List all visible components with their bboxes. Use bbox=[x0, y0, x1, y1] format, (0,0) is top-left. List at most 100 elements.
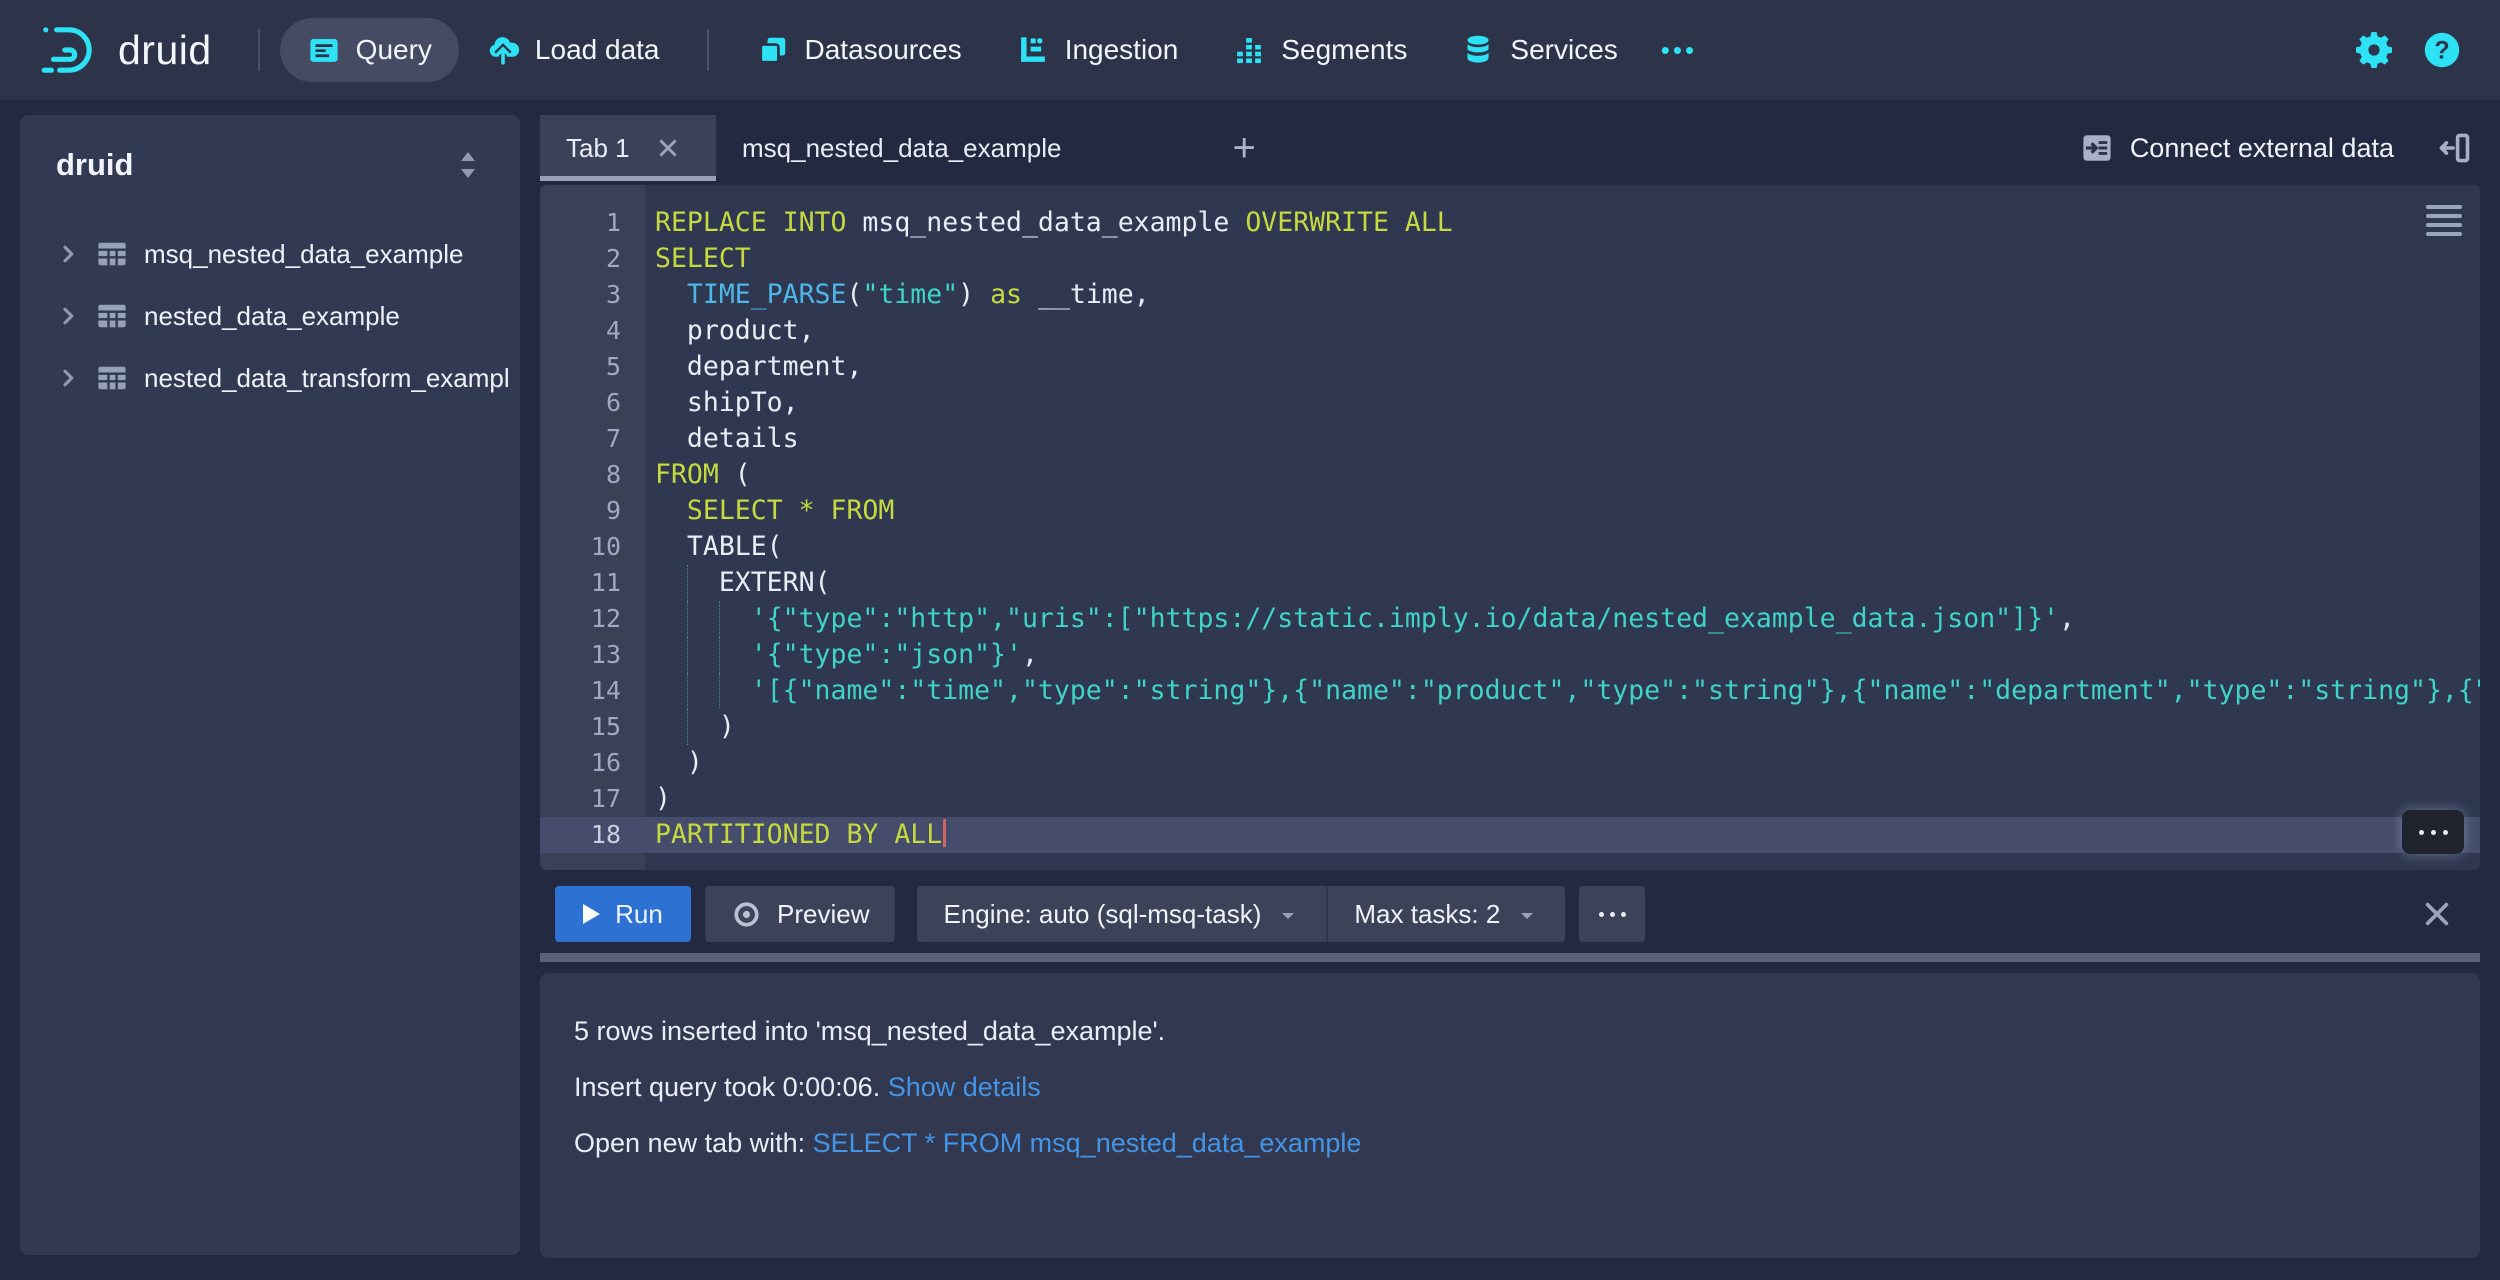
brand-name: druid bbox=[118, 27, 212, 74]
plus-icon: + bbox=[1232, 126, 1255, 170]
chevron-right-icon[interactable] bbox=[56, 304, 80, 328]
editor-more-button[interactable] bbox=[2402, 810, 2464, 854]
connect-external-data-button[interactable]: Connect external data bbox=[2080, 131, 2394, 165]
settings-button[interactable] bbox=[2354, 30, 2394, 70]
code-text: ) bbox=[645, 781, 2480, 817]
code-line: 3 TIME_PARSE("time") as __time, bbox=[540, 277, 2480, 313]
line-number: 9 bbox=[540, 493, 645, 529]
code-line: 14 '[{"name":"time","type":"string"},{"n… bbox=[540, 673, 2480, 709]
nav-more-button[interactable]: ••• bbox=[1645, 18, 1713, 82]
help-button[interactable]: ? bbox=[2422, 30, 2462, 70]
table-icon bbox=[96, 238, 128, 270]
nav-item-query[interactable]: Query bbox=[280, 18, 459, 82]
code-line: 1REPLACE INTO msq_nested_data_example OV… bbox=[540, 205, 2480, 241]
help-icon: ? bbox=[2422, 30, 2462, 70]
line-number: 11 bbox=[540, 565, 645, 601]
ellipsis-icon bbox=[1599, 912, 1604, 917]
code-text: shipTo, bbox=[645, 385, 2480, 421]
table-list: msq_nested_data_example nested_data_exam… bbox=[20, 223, 520, 409]
nav-item-segments[interactable]: Segments bbox=[1205, 18, 1434, 82]
code-text: '[{"name":"time","type":"string"},{"name… bbox=[645, 673, 2480, 709]
double-caret-vertical-icon[interactable] bbox=[452, 149, 484, 181]
eye-icon bbox=[731, 899, 762, 930]
add-tab-button[interactable]: + bbox=[1232, 128, 1255, 168]
code-text: SELECT bbox=[645, 241, 2480, 277]
nav-item-services[interactable]: Services bbox=[1434, 18, 1644, 82]
code-text: SELECT * FROM bbox=[645, 493, 2480, 529]
query-results-panel: 5 rows inserted into 'msq_nested_data_ex… bbox=[540, 973, 2480, 1258]
chevron-right-icon[interactable] bbox=[56, 242, 80, 266]
line-number: 18 bbox=[540, 817, 645, 853]
schema-sidebar: druid msq_nested_data_example bbox=[20, 115, 520, 1255]
sql-editor[interactable]: 1REPLACE INTO msq_nested_data_example OV… bbox=[540, 185, 2480, 870]
datasources-icon bbox=[756, 33, 790, 67]
engine-select[interactable]: Engine: auto (sql-msq-task) bbox=[917, 886, 1326, 942]
table-item-nested-data-example[interactable]: nested_data_example bbox=[20, 285, 520, 347]
code-text: details bbox=[645, 421, 2480, 457]
tab-msq-nested-data-example[interactable]: msq_nested_data_example bbox=[716, 115, 1087, 181]
panel-splitter[interactable] bbox=[540, 953, 2480, 962]
table-item-nested-data-transform-example[interactable]: nested_data_transform_exampl bbox=[20, 347, 520, 409]
druid-brand[interactable]: druid bbox=[38, 19, 212, 81]
tab-bar: Tab 1 msq_nested_data_example + Connect … bbox=[540, 115, 2480, 181]
line-number: 3 bbox=[540, 277, 645, 313]
code-line: 17) bbox=[540, 781, 2480, 817]
schema-selector[interactable]: druid bbox=[20, 115, 520, 201]
table-name: msq_nested_data_example bbox=[144, 239, 463, 270]
caret-down-icon bbox=[1276, 901, 1300, 928]
nav-item-datasources[interactable]: Datasources bbox=[729, 18, 989, 82]
line-number: 1 bbox=[540, 205, 645, 241]
hamburger-icon bbox=[2426, 205, 2462, 209]
query-workspace: Tab 1 msq_nested_data_example + Connect … bbox=[540, 115, 2480, 1280]
code-line: 9 SELECT * FROM bbox=[540, 493, 2480, 529]
more-dots-icon: ••• bbox=[1661, 35, 1697, 66]
code-text: '{"type":"json"}', bbox=[645, 637, 2480, 673]
services-database-icon bbox=[1461, 33, 1495, 67]
indent-guide bbox=[719, 601, 720, 637]
editor-menu-button[interactable] bbox=[2424, 201, 2464, 240]
code-text: TIME_PARSE("time") as __time, bbox=[645, 277, 2480, 313]
open-query-link[interactable]: SELECT * FROM msq_nested_data_example bbox=[813, 1128, 1362, 1158]
code-text: REPLACE INTO msq_nested_data_example OVE… bbox=[645, 205, 2480, 241]
line-number: 10 bbox=[540, 529, 645, 565]
run-button[interactable]: Run bbox=[555, 886, 691, 942]
rows-inserted-message: 5 rows inserted into 'msq_nested_data_ex… bbox=[574, 1017, 2446, 1045]
indent-guide bbox=[719, 673, 720, 709]
nav-divider bbox=[258, 29, 260, 71]
table-item-msq-nested-data-example[interactable]: msq_nested_data_example bbox=[20, 223, 520, 285]
code-line: 8FROM ( bbox=[540, 457, 2480, 493]
max-tasks-select[interactable]: Max tasks: 2 bbox=[1326, 886, 1565, 942]
indent-guide bbox=[687, 709, 688, 745]
table-icon bbox=[96, 362, 128, 394]
line-number: 16 bbox=[540, 745, 645, 781]
indent-guide bbox=[719, 637, 720, 673]
chevron-right-icon[interactable] bbox=[56, 366, 80, 390]
code-text: product, bbox=[645, 313, 2480, 349]
code-lines: 1REPLACE INTO msq_nested_data_example OV… bbox=[540, 205, 2480, 853]
line-number: 8 bbox=[540, 457, 645, 493]
tab-1[interactable]: Tab 1 bbox=[540, 115, 716, 181]
line-number: 5 bbox=[540, 349, 645, 385]
code-line: 12 '{"type":"http","uris":["https://stat… bbox=[540, 601, 2480, 637]
line-number: 6 bbox=[540, 385, 645, 421]
close-tab-button[interactable] bbox=[656, 136, 680, 160]
close-results-button[interactable] bbox=[2420, 897, 2454, 931]
indent-guide bbox=[687, 601, 688, 637]
preview-button[interactable]: Preview bbox=[705, 886, 895, 942]
code-line: 7 details bbox=[540, 421, 2480, 457]
druid-logo-icon bbox=[38, 19, 100, 81]
segments-icon bbox=[1232, 33, 1266, 67]
query-duration-message: Insert query took 0:00:06. Show details bbox=[574, 1073, 2446, 1101]
code-text: department, bbox=[645, 349, 2480, 385]
toggle-right-panel-button[interactable] bbox=[2436, 130, 2472, 166]
code-line: 18PARTITIONED BY ALL bbox=[540, 817, 2480, 853]
run-more-options-button[interactable] bbox=[1579, 886, 1645, 942]
show-details-link[interactable]: Show details bbox=[888, 1072, 1041, 1102]
caret-down-icon bbox=[1515, 901, 1539, 928]
nav-item-ingestion[interactable]: Ingestion bbox=[989, 18, 1206, 82]
nav-item-load-data[interactable]: Load data bbox=[459, 18, 687, 82]
code-line: 16 ) bbox=[540, 745, 2480, 781]
code-text: TABLE( bbox=[645, 529, 2480, 565]
table-name: nested_data_example bbox=[144, 301, 400, 332]
code-line: 2SELECT bbox=[540, 241, 2480, 277]
